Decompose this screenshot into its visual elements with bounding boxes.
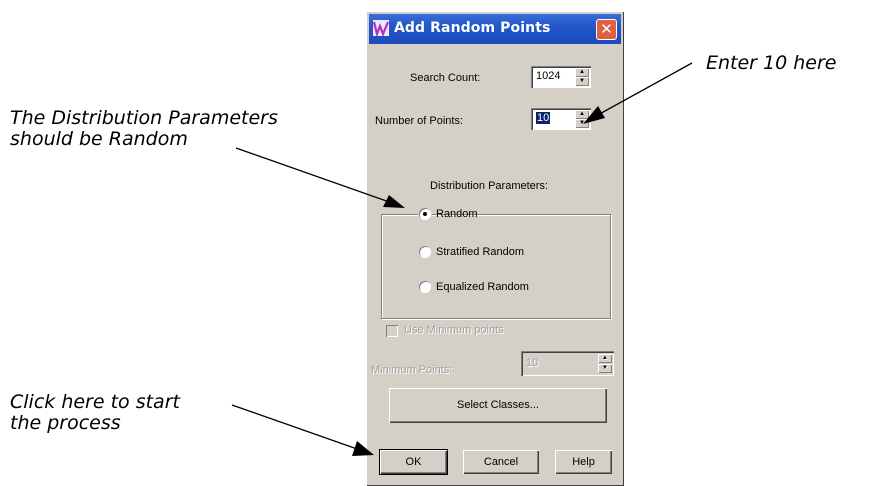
radio-stratified-random[interactable] (419, 246, 431, 258)
minimum-points-spinner[interactable]: ▲ ▼ (598, 354, 612, 373)
close-button[interactable]: ✕ (596, 19, 617, 40)
distribution-annotation: The Distribution Parameters should be Ra… (10, 108, 278, 150)
radio-equalized-random[interactable] (419, 281, 431, 293)
cancel-button[interactable]: Cancel (463, 450, 539, 474)
spin-down-icon[interactable]: ▼ (575, 77, 589, 86)
spin-down-icon[interactable]: ▼ (598, 364, 612, 373)
spin-up-icon[interactable]: ▲ (598, 354, 612, 363)
number-of-points-spinner[interactable]: ▲ ▼ (575, 110, 589, 128)
spin-up-icon[interactable]: ▲ (575, 110, 589, 119)
minimum-points-value: 10 (526, 357, 539, 369)
spin-up-icon[interactable]: ▲ (575, 68, 589, 77)
title-bar[interactable]: Add Random Points ✕ (369, 14, 621, 44)
radio-stratified-random-label[interactable]: Stratified Random (436, 246, 524, 258)
number-of-points-value-wrap: 10 (536, 112, 551, 124)
number-of-points-label: Number of Points: (375, 115, 464, 127)
use-minimum-points-checkbox[interactable] (386, 325, 398, 337)
number-of-points-field[interactable]: 10 ▲ ▼ (531, 108, 591, 130)
ok-button[interactable]: OK (379, 449, 448, 475)
search-count-field[interactable]: 1024 ▲ ▼ (531, 66, 591, 88)
radio-random-label[interactable]: Random (436, 208, 478, 220)
app-icon (373, 20, 389, 36)
ok-arrow-line (231, 404, 361, 451)
enter-annotation-text: Enter 10 here (706, 52, 837, 74)
dialog-title: Add Random Points (394, 20, 551, 36)
search-count-label: Search Count: (410, 72, 481, 84)
search-count-value: 1024 (536, 70, 561, 82)
number-of-points-value: 10 (536, 112, 551, 124)
minimum-points-field[interactable]: 10 ▲ ▼ (521, 351, 614, 376)
spin-down-icon[interactable]: ▼ (575, 119, 589, 128)
distribution-annotation-line-2: should be Random (10, 128, 188, 150)
distribution-parameters-group (381, 214, 611, 319)
select-classes-button[interactable]: Select Classes... (389, 388, 607, 423)
radio-equalized-random-label[interactable]: Equalized Random (436, 281, 529, 293)
minimum-points-label: Minimum Points: (371, 364, 453, 376)
enter-annotation: Enter 10 here (706, 53, 837, 74)
distribution-parameters-label: Distribution Parameters: (430, 180, 548, 192)
search-count-spinner[interactable]: ▲ ▼ (575, 68, 589, 86)
distribution-annotation-line-1: The Distribution Parameters (10, 107, 278, 129)
ok-annotation-line-2: the process (10, 412, 121, 434)
help-button[interactable]: Help (555, 450, 612, 474)
ok-annotation-line-1: Click here to start (10, 391, 180, 413)
ok-annotation: Click here to start the process (10, 392, 180, 434)
add-random-points-dialog: Add Random Points ✕ Search Count: 1024 ▲… (366, 11, 624, 486)
radio-random[interactable] (419, 208, 431, 220)
use-minimum-points-label: Use Minimum points (404, 324, 504, 336)
